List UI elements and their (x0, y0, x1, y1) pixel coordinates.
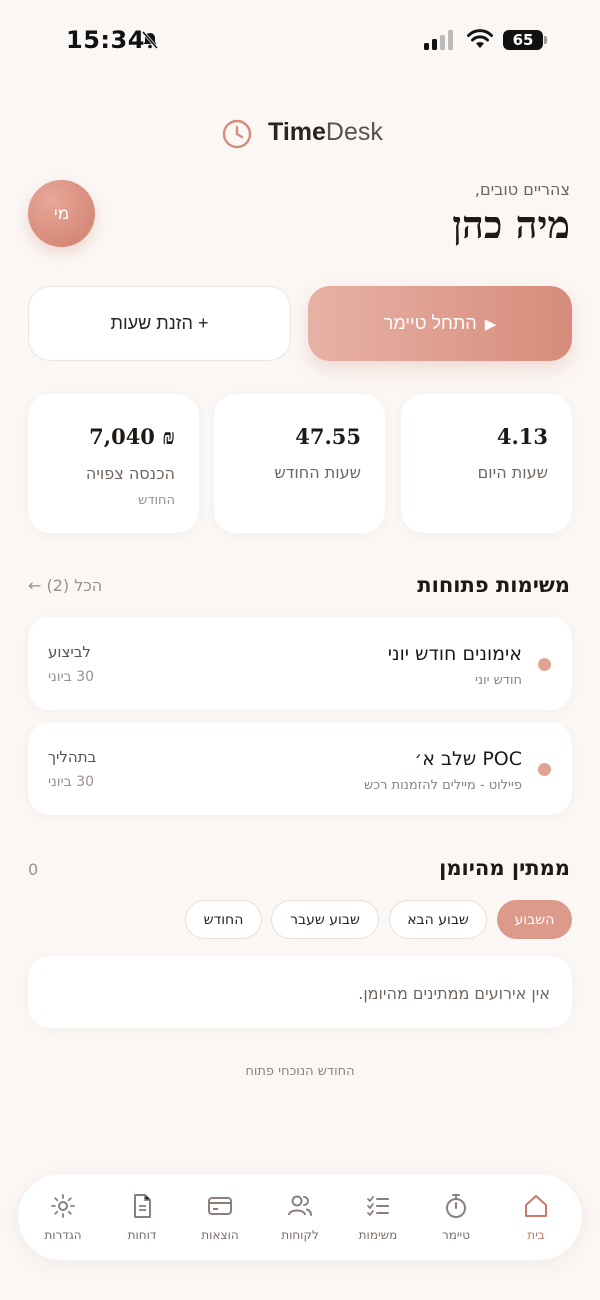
empty-message: אין אירועים ממתינים מהיומן. (358, 984, 550, 1003)
status-time: 15:34 (66, 26, 145, 54)
users-icon (288, 1195, 312, 1216)
stat-label: שעות היום (477, 463, 548, 482)
bell-muted-icon (141, 31, 159, 49)
stat-card-income: ₪ 7,040 הכנסה צפויה החודש (28, 394, 199, 533)
stat-card-month: 47.55 שעות החודש (214, 394, 385, 533)
calendar-pending-count: 0 (28, 860, 39, 879)
month-status-note: החודש הנוכחי פתוח (245, 1064, 355, 1079)
document-icon (134, 1194, 151, 1218)
nav-item-expenses[interactable]: הוצאות (180, 1192, 260, 1242)
nav-label: בית (527, 1228, 545, 1242)
nav-label: דוחות (127, 1228, 157, 1242)
add-hours-button[interactable]: + הזנת שעות (28, 286, 291, 361)
stat-value: ₪ 7,040 (89, 424, 175, 449)
nav-label: הגדרות (44, 1228, 82, 1242)
open-tasks-title: משימות פתוחות (417, 573, 570, 597)
task-subtitle: חודש יוני (474, 673, 522, 688)
stat-sublabel: החודש (138, 493, 175, 508)
task-subtitle: פיילוט - מיילים להזמנות רכש (363, 778, 522, 793)
cell-signal-icon (424, 30, 453, 50)
stat-label: הכנסה צפויה (85, 464, 175, 483)
task-status-dot (538, 658, 551, 671)
nav-item-clients[interactable]: לקוחות (260, 1192, 340, 1242)
task-title: אימונים חודש יוני (387, 643, 522, 665)
start-timer-button[interactable]: ▶ התחל טיימר (308, 286, 572, 361)
nav-item-settings[interactable]: הגדרות (23, 1192, 103, 1242)
task-status-dot (538, 763, 551, 776)
chip-this-week[interactable]: השבוע (497, 900, 572, 939)
app-logo-text: TimeDesk (268, 118, 383, 146)
stat-card-today: 4.13 שעות היום (401, 394, 572, 533)
battery-tip (544, 36, 547, 44)
task-card[interactable]: אימונים חודש יוני חודש יוני לביצוע 30 בי… (28, 617, 572, 710)
start-timer-label: התחל טיימר (383, 313, 477, 333)
nav-item-reports[interactable]: דוחות (102, 1192, 182, 1242)
nav-item-timer[interactable]: טיימר (416, 1192, 496, 1242)
task-title: POC שלב א׳ (414, 748, 522, 770)
chip-last-week[interactable]: שבוע שעבר (271, 900, 379, 939)
calendar-pending-title: ממתין מהיומן (439, 856, 570, 880)
task-due-date: 30 ביוני (48, 774, 95, 790)
user-name: מיה כהן (452, 202, 570, 247)
wifi-icon (467, 29, 493, 48)
nav-label: לקוחות (281, 1228, 319, 1242)
sun-gear-icon (51, 1194, 75, 1218)
stat-value: 47.55 (295, 424, 361, 449)
credit-card-icon (208, 1197, 232, 1215)
task-status: לביצוע (48, 643, 91, 661)
greeting-text: צהריים טובים, (474, 180, 570, 199)
avatar[interactable]: מי (28, 180, 95, 247)
home-icon (525, 1195, 547, 1217)
nav-label: הוצאות (201, 1228, 239, 1242)
task-due-date: 30 ביוני (48, 669, 95, 685)
chip-this-month[interactable]: החודש (185, 900, 262, 939)
nav-item-home[interactable]: בית (496, 1192, 576, 1242)
task-card[interactable]: POC שלב א׳ פיילוט - מיילים להזמנות רכש ב… (28, 722, 572, 815)
checklist-icon (367, 1196, 389, 1216)
calendar-empty-state: אין אירועים ממתינים מהיומן. (28, 956, 572, 1028)
play-icon: ▶ (484, 315, 497, 333)
nav-label: משימות (358, 1228, 398, 1242)
chip-next-week[interactable]: שבוע הבא (389, 900, 487, 939)
view-all-tasks-link[interactable]: הכל (2) ← (28, 576, 102, 595)
clock-logo-icon (222, 119, 252, 149)
stopwatch-icon (446, 1194, 466, 1218)
stat-value: 4.13 (496, 424, 548, 449)
stat-label: שעות החודש (274, 463, 361, 482)
task-status: בתהליך (48, 748, 97, 766)
bottom-navigation: בית טיימר משימות לקוחות הוצאות דוחות הגד… (18, 1174, 582, 1260)
battery-indicator: 65 (503, 30, 543, 50)
nav-label: טיימר (441, 1228, 471, 1242)
nav-item-tasks[interactable]: משימות (338, 1192, 418, 1242)
